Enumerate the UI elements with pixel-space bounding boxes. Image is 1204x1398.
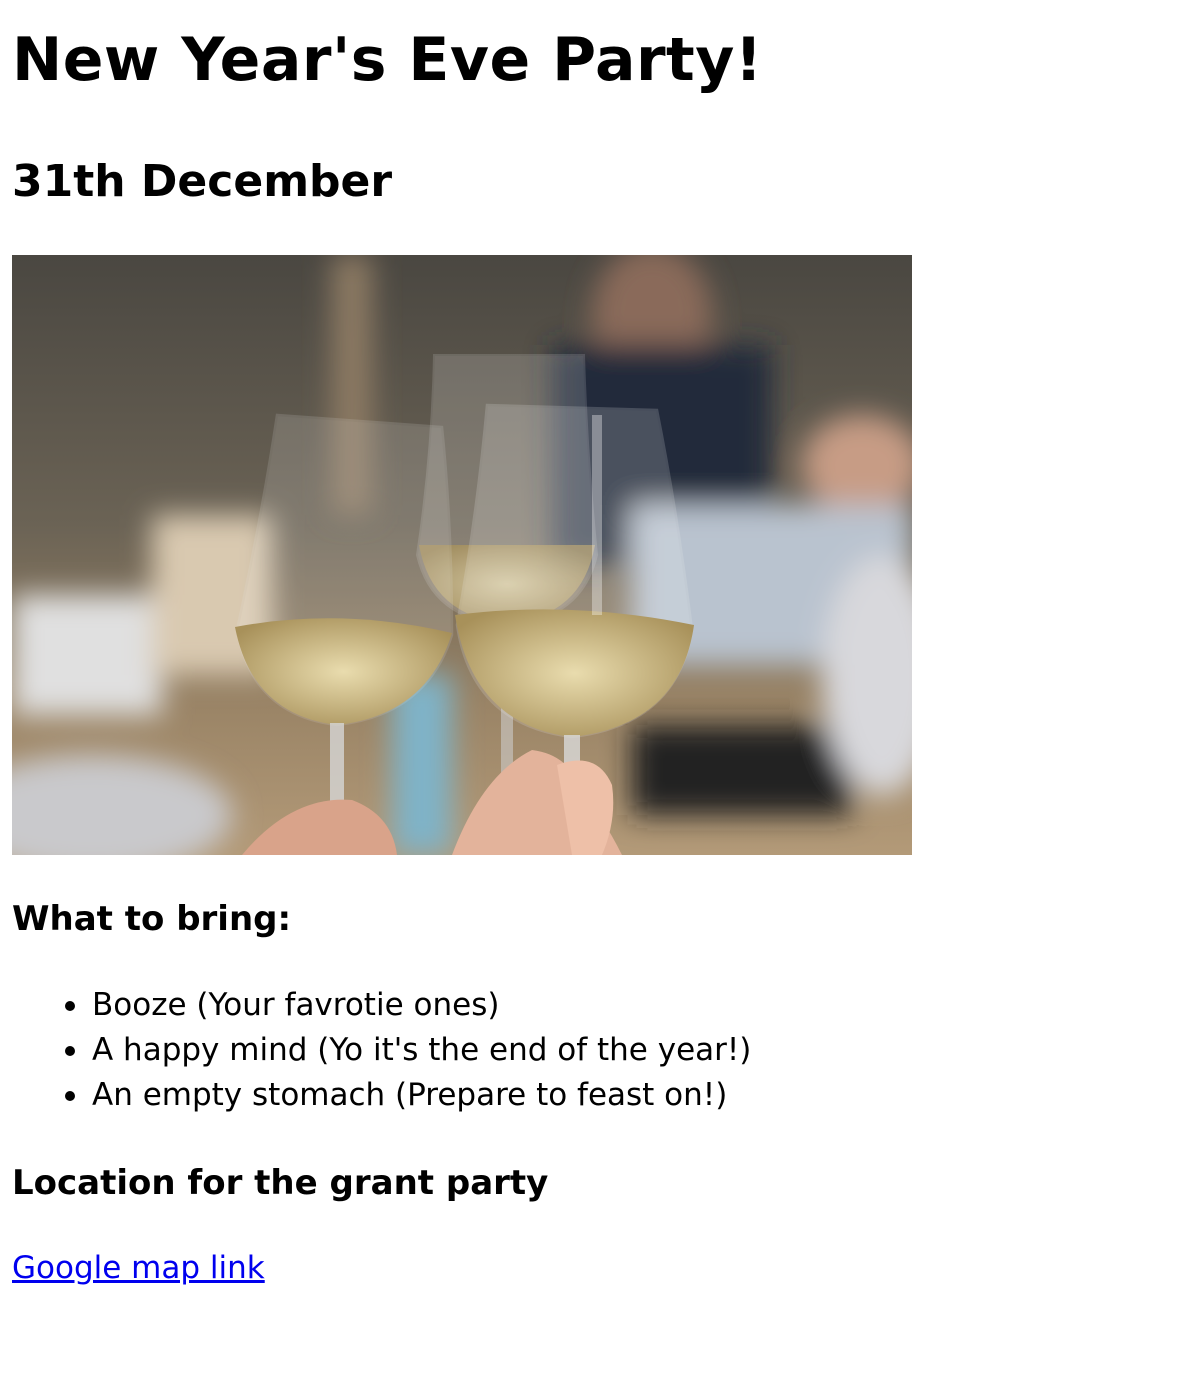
list-item-text: Booze (Your favrotie ones) [92, 987, 500, 1023]
party-photo [12, 255, 912, 855]
bring-list: Booze (Your favrotie ones) A happy mind … [12, 983, 751, 1118]
wine-glasses-photo-icon [12, 255, 912, 855]
list-item-text: An empty stomach (Prepare to feast on!) [92, 1077, 728, 1113]
page-title: New Year's Eve Party! [12, 25, 763, 95]
bring-heading: What to bring: [12, 899, 292, 939]
bullet-icon [65, 1091, 75, 1101]
google-map-link[interactable]: Google map link [12, 1246, 265, 1290]
list-item: A happy mind (Yo it's the end of the yea… [65, 1028, 752, 1073]
bullet-icon [65, 1046, 75, 1056]
event-date: 31th December [12, 156, 393, 207]
bullet-icon [65, 1001, 75, 1011]
list-item-text: A happy mind (Yo it's the end of the yea… [92, 1032, 752, 1068]
location-heading: Location for the grant party [12, 1163, 549, 1203]
list-item: Booze (Your favrotie ones) [65, 983, 751, 1028]
list-item: An empty stomach (Prepare to feast on!) [65, 1073, 751, 1118]
